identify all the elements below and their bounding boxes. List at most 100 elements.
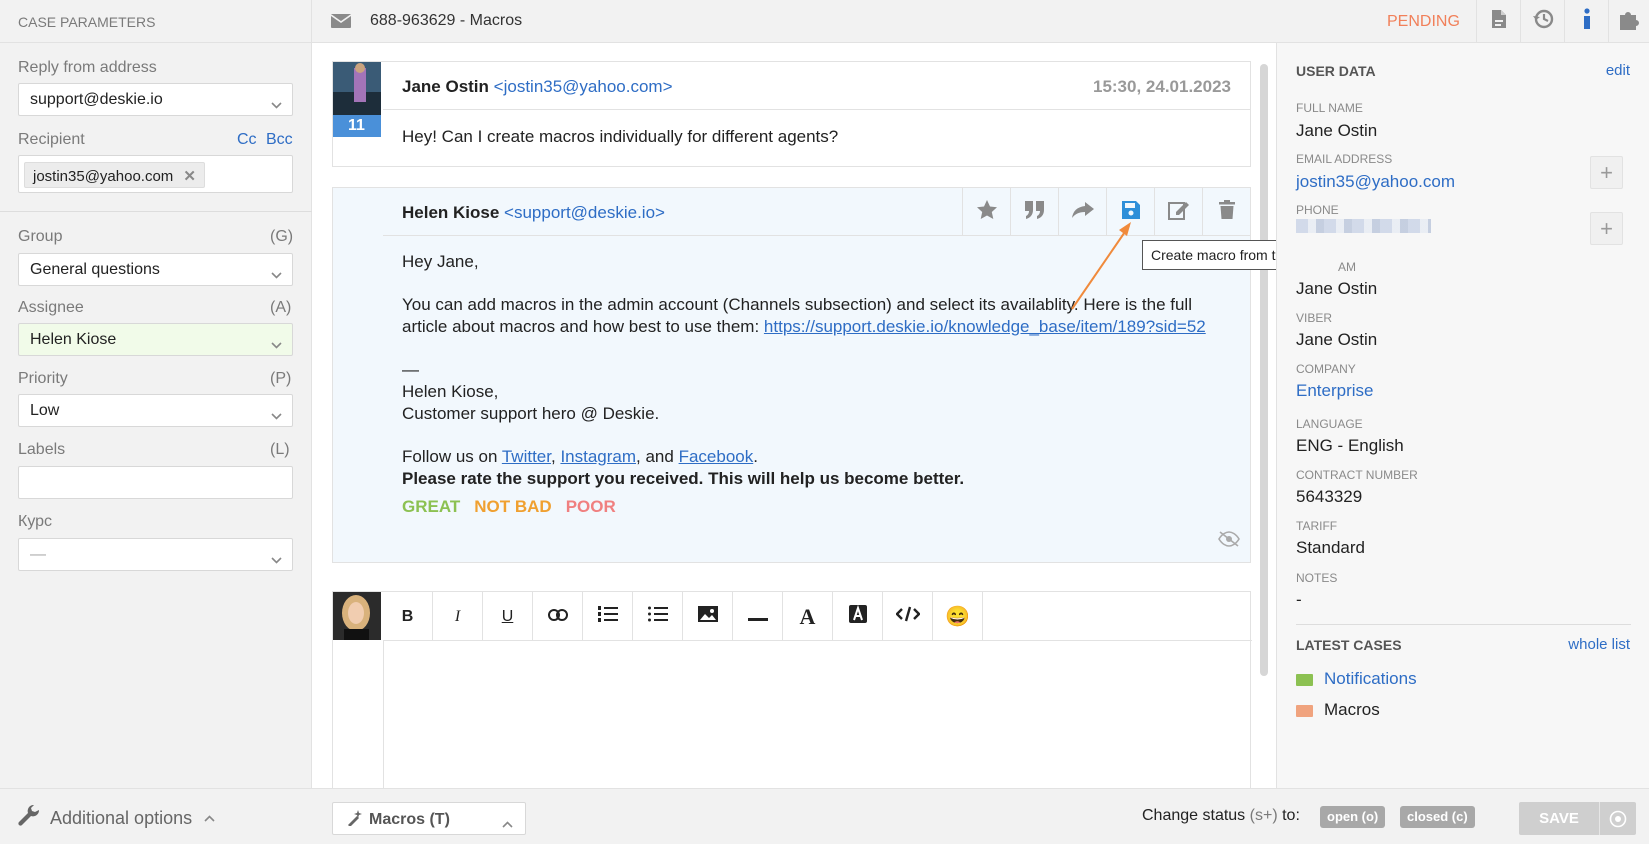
image-button[interactable] xyxy=(683,592,733,641)
highlight-button[interactable] xyxy=(833,592,883,641)
message-header: Jane Ostin <jostin35@yahoo.com> 15:30, 2… xyxy=(383,62,1250,110)
email-label: EMAIL ADDRESS xyxy=(1296,152,1393,166)
save-button-label: SAVE xyxy=(1539,810,1579,827)
priority-select[interactable]: Low xyxy=(18,394,293,427)
company-label: COMPANY xyxy=(1296,362,1356,376)
labels-input[interactable] xyxy=(18,466,293,499)
group-select[interactable]: General questions xyxy=(18,253,293,286)
rating-not-bad[interactable]: NOT BAD xyxy=(474,497,551,516)
contract-value: 5643329 xyxy=(1296,487,1363,506)
signature-dash: — xyxy=(402,360,419,379)
group-value: General questions xyxy=(30,261,160,278)
envelope-icon xyxy=(1296,704,1313,717)
section-title: CASE PARAMETERS xyxy=(0,0,312,43)
envelope-icon xyxy=(1296,673,1313,686)
history-button[interactable] xyxy=(1520,0,1564,43)
sender-email[interactable]: <support@deskie.io> xyxy=(504,203,665,222)
link-button[interactable] xyxy=(533,592,583,641)
status-badge[interactable]: PENDING xyxy=(1387,13,1460,31)
latest-case-title: Notifications xyxy=(1324,669,1417,688)
chevron-down-icon xyxy=(271,407,282,425)
add-phone-button[interactable]: + xyxy=(1590,212,1623,245)
message-card: Jane Ostin <jostin35@yahoo.com> 15:30, 2… xyxy=(332,61,1251,167)
trash-icon xyxy=(1218,200,1235,224)
horizontal-rule-button[interactable] xyxy=(733,592,783,641)
priority-shortcut: (P) xyxy=(270,370,292,387)
kurs-value: — xyxy=(30,546,46,563)
numbered-list-button[interactable] xyxy=(583,592,633,641)
font-button[interactable]: A xyxy=(783,592,833,641)
quote-button[interactable] xyxy=(1010,188,1058,236)
reply-editor: B I U A 😄 xyxy=(332,591,1252,788)
facebook-link[interactable]: Facebook xyxy=(679,447,754,466)
plugins-button[interactable] xyxy=(1608,0,1649,43)
info-button[interactable] xyxy=(1564,0,1608,43)
favorite-button[interactable] xyxy=(962,188,1010,236)
email-value[interactable]: jostin35@yahoo.com xyxy=(1296,172,1455,192)
reply-from-select[interactable]: support@deskie.io xyxy=(18,83,293,116)
delete-button[interactable] xyxy=(1202,188,1250,236)
cc-link[interactable]: Cc xyxy=(237,131,257,149)
add-email-button[interactable]: + xyxy=(1590,156,1623,189)
notes-value: - xyxy=(1296,590,1302,609)
chevron-down-icon xyxy=(271,96,282,114)
scrollbar[interactable] xyxy=(1260,64,1268,676)
pdf-export-button[interactable] xyxy=(1476,0,1520,43)
puzzle-icon xyxy=(1617,7,1641,36)
link-icon xyxy=(547,608,568,626)
status-open-button[interactable]: open (o) xyxy=(1320,806,1386,828)
chevron-up-icon xyxy=(502,815,513,833)
labels-label-text: Labels xyxy=(18,441,66,458)
bold-button[interactable]: B xyxy=(383,592,433,641)
hidden-eye-icon[interactable] xyxy=(1218,531,1240,552)
change-status-text: Change status xyxy=(1142,807,1246,824)
save-options-icon[interactable] xyxy=(1599,802,1636,835)
assignee-value: Helen Kiose xyxy=(30,331,117,348)
remove-recipient-icon[interactable]: ✕ xyxy=(183,168,196,185)
rating-poor[interactable]: POOR xyxy=(566,497,616,516)
edit-button[interactable] xyxy=(1154,188,1202,236)
language-label: LANGUAGE xyxy=(1296,417,1363,431)
italic-button[interactable]: I xyxy=(433,592,483,641)
case-parameters-sidebar: Reply from address support@deskie.io Rec… xyxy=(0,43,312,788)
recipient-chip: jostin35@yahoo.com ✕ xyxy=(24,162,205,188)
latest-case-item[interactable]: Notifications xyxy=(1296,669,1417,689)
bottom-bar: Additional options Macros (T) Change sta… xyxy=(0,788,1649,844)
chevron-down-icon xyxy=(271,551,282,569)
instagram-link[interactable]: Instagram xyxy=(560,447,636,466)
kurs-select[interactable]: — xyxy=(18,538,293,571)
company-value[interactable]: Enterprise xyxy=(1296,381,1373,401)
emoji-button[interactable]: 😄 xyxy=(933,592,983,641)
viber-label: VIBER xyxy=(1296,311,1333,325)
edit-user-link[interactable]: edit xyxy=(1606,62,1630,79)
telegram-value: Jane Ostin xyxy=(1296,279,1378,298)
additional-options-toggle[interactable]: Additional options xyxy=(18,804,215,832)
macros-button-label: Macros (T) xyxy=(369,811,450,828)
sender-email[interactable]: <jostin35@yahoo.com> xyxy=(494,77,673,96)
editor-text-area[interactable] xyxy=(383,641,1250,788)
assignee-shortcut: (A) xyxy=(270,299,292,316)
underline-button[interactable]: U xyxy=(483,592,533,641)
envelope-icon xyxy=(330,14,352,33)
tariff-label: TARIFF xyxy=(1296,519,1338,533)
twitter-link[interactable]: Twitter xyxy=(502,447,551,466)
macros-button[interactable]: Macros (T) xyxy=(332,802,526,835)
knowledge-base-link[interactable]: https://support.deskie.io/knowledge_base… xyxy=(764,317,1206,336)
assignee-select[interactable]: Helen Kiose xyxy=(18,323,293,356)
language-value: ENG - English xyxy=(1296,436,1404,455)
latest-case-item[interactable]: Macros xyxy=(1296,700,1380,720)
rating-great[interactable]: GREAT xyxy=(402,497,460,516)
bcc-link[interactable]: Bcc xyxy=(266,131,293,149)
bullet-list-button[interactable] xyxy=(633,592,683,641)
change-status-shortcut: (s+) xyxy=(1249,807,1278,824)
horizontal-rule-icon xyxy=(747,608,768,626)
whole-list-link[interactable]: whole list xyxy=(1568,636,1630,653)
code-button[interactable] xyxy=(883,592,933,641)
period: . xyxy=(753,447,758,466)
telegram-label: AM xyxy=(1338,260,1356,274)
additional-options-label: Additional options xyxy=(50,808,193,828)
labels-shortcut: (L) xyxy=(270,441,290,458)
save-button[interactable]: SAVE xyxy=(1519,802,1636,835)
message-timestamp: 15:30, 24.01.2023 xyxy=(1092,77,1231,96)
status-closed-button[interactable]: closed (c) xyxy=(1400,806,1475,828)
